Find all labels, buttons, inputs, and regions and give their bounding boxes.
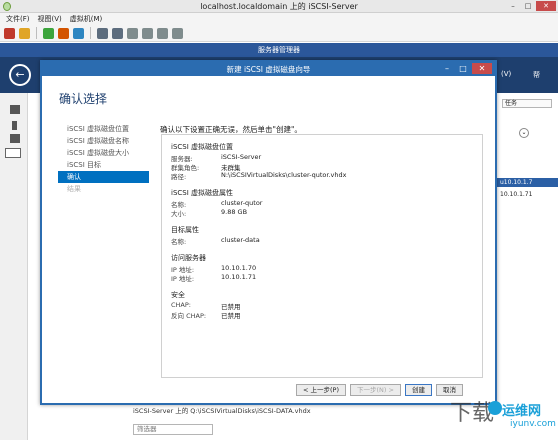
server-manager-title: 服务器管理器 bbox=[258, 46, 300, 54]
menu-vm[interactable]: 虚拟机(M) bbox=[70, 14, 103, 24]
wizard-steps: iSCSI 虚拟磁盘位置 iSCSI 虚拟磁盘名称 iSCSI 虚拟磁盘大小 i… bbox=[58, 123, 149, 195]
stop-icon[interactable] bbox=[4, 27, 15, 39]
ip-address-label: IP 地址: bbox=[171, 275, 195, 283]
snapshot-icon[interactable] bbox=[73, 27, 84, 39]
disk-size-label: 大小: bbox=[171, 210, 187, 218]
watermark: 下载 运维网 iyunv.com bbox=[450, 395, 558, 440]
section-security: 安全 bbox=[171, 291, 185, 299]
wizard-maximize-button[interactable]: □ bbox=[456, 63, 470, 74]
section-target-properties: 目标属性 bbox=[171, 226, 199, 234]
chap-label: CHAP: bbox=[171, 301, 191, 309]
vm-window-title: localhost.localdomain 上的 iSCSI-Server bbox=[200, 2, 358, 11]
wizard-close-button[interactable]: ✕ bbox=[472, 63, 492, 74]
server-manager-right-pane: 任务 ⌄ u10.10.1.7 10.10.1.71 bbox=[497, 93, 558, 440]
share-icon[interactable] bbox=[157, 27, 168, 39]
toolbar-separator bbox=[36, 27, 37, 39]
step-results: 结果 bbox=[67, 185, 81, 193]
all-servers-icon[interactable] bbox=[10, 134, 20, 143]
ip-address-value: 10.10.1.70 bbox=[221, 264, 257, 272]
header-view-menu[interactable]: (V) bbox=[501, 70, 511, 78]
watermark-script: 下载 bbox=[450, 401, 495, 426]
wizard-titlebar: 新建 iSCSI 虚拟磁盘向导 – □ ✕ bbox=[42, 62, 495, 76]
path-value: N:\iSCSIVirtualDisks\cluster-qutor.vhdx bbox=[221, 171, 347, 179]
step-disk-name[interactable]: iSCSI 虚拟磁盘名称 bbox=[58, 135, 149, 147]
vm-titlebar: localhost.localdomain 上的 iSCSI-Server – … bbox=[0, 0, 558, 13]
section-disk-location: iSCSI 虚拟磁盘位置 bbox=[171, 143, 234, 151]
network-icon[interactable] bbox=[172, 27, 183, 39]
server-value: iSCSI-Server bbox=[221, 153, 262, 161]
table-row[interactable]: u10.10.1.7 bbox=[497, 178, 558, 187]
server-manager-bottom-pane: iSCSI-Server 上的 Q:\iSCSIVirtualDisks\iSC… bbox=[28, 400, 497, 440]
reset-icon[interactable] bbox=[58, 27, 69, 39]
settings-summary: iSCSI 虚拟磁盘位置 服务器: iSCSI-Server 群集角色: 未群集… bbox=[161, 134, 483, 378]
watermark-logo-icon bbox=[488, 401, 502, 415]
section-access-servers: 访问服务器 bbox=[171, 254, 206, 262]
create-button[interactable]: 创建 bbox=[404, 384, 432, 396]
ip-address-value: 10.10.1.71 bbox=[221, 273, 257, 281]
play-icon[interactable] bbox=[43, 27, 54, 39]
disk-size-value: 9.88 GB bbox=[221, 208, 248, 216]
wizard-minimize-button[interactable]: – bbox=[440, 63, 454, 74]
back-button[interactable]: ← bbox=[9, 64, 31, 86]
path-label: 路径: bbox=[171, 173, 187, 181]
pause-icon[interactable] bbox=[19, 27, 30, 39]
toolbar-separator bbox=[90, 27, 91, 39]
step-target[interactable]: iSCSI 目标 bbox=[58, 159, 149, 171]
disk-name-value: cluster-qutor bbox=[221, 199, 263, 207]
vm-menubar: 文件(F) 视图(V) 虚拟机(M) bbox=[0, 13, 558, 25]
settings-icon[interactable] bbox=[142, 27, 153, 39]
fullscreen-icon[interactable] bbox=[112, 27, 123, 39]
menu-file[interactable]: 文件(F) bbox=[6, 14, 30, 24]
watermark-brand: 运维网 bbox=[502, 404, 542, 419]
file-storage-icon[interactable] bbox=[5, 148, 21, 158]
header-help-menu[interactable]: 帮 bbox=[533, 70, 540, 80]
section-disk-properties: iSCSI 虚拟磁盘属性 bbox=[171, 189, 234, 197]
step-disk-location[interactable]: iSCSI 虚拟磁盘位置 bbox=[58, 123, 149, 135]
wizard-title: 新建 iSCSI 虚拟磁盘向导 bbox=[226, 65, 311, 74]
menu-view[interactable]: 视图(V) bbox=[38, 14, 62, 24]
watermark-url: iyunv.com bbox=[510, 419, 556, 429]
tasks-dropdown[interactable]: 任务 bbox=[502, 99, 552, 108]
page-title: 确认选择 bbox=[59, 92, 108, 106]
target-name-value: cluster-data bbox=[221, 236, 260, 244]
server-manager-titlebar: 服务器管理器 bbox=[0, 43, 558, 57]
step-confirm[interactable]: 确认 bbox=[58, 171, 149, 183]
reverse-chap-label: 反向 CHAP: bbox=[171, 312, 207, 320]
local-server-icon[interactable] bbox=[12, 121, 17, 130]
disk-path-label: iSCSI-Server 上的 Q:\iSCSIVirtualDisks\iSC… bbox=[133, 407, 311, 415]
vm-close-button[interactable]: ✕ bbox=[536, 1, 556, 11]
server-manager-sidebar bbox=[0, 93, 28, 440]
wizard-window-controls: – □ ✕ bbox=[440, 63, 492, 74]
console-icon[interactable] bbox=[97, 27, 108, 39]
chevron-down-icon[interactable]: ⌄ bbox=[519, 128, 529, 138]
vm-maximize-button[interactable]: □ bbox=[521, 1, 535, 11]
dashboard-icon[interactable] bbox=[10, 105, 20, 114]
step-disk-size[interactable]: iSCSI 虚拟磁盘大小 bbox=[58, 147, 149, 159]
vm-minimize-button[interactable]: – bbox=[506, 1, 520, 11]
filter-input[interactable]: 筛选器 bbox=[133, 424, 213, 435]
usb-icon[interactable] bbox=[127, 27, 138, 39]
target-name-label: 名称: bbox=[171, 238, 187, 246]
next-button[interactable]: 下一步(N) > bbox=[350, 384, 401, 396]
table-row[interactable]: 10.10.1.71 bbox=[497, 190, 558, 199]
vm-window-controls: – □ ✕ bbox=[506, 1, 556, 11]
wizard-button-bar: < 上一步(P) 下一步(N) > 创建 取消 bbox=[296, 384, 463, 396]
reverse-chap-value: 已禁用 bbox=[221, 312, 241, 320]
vm-toolbar bbox=[0, 25, 558, 42]
previous-button[interactable]: < 上一步(P) bbox=[296, 384, 347, 396]
iscsi-wizard-dialog: 新建 iSCSI 虚拟磁盘向导 – □ ✕ 确认选择 iSCSI 虚拟磁盘位置 … bbox=[40, 60, 497, 405]
